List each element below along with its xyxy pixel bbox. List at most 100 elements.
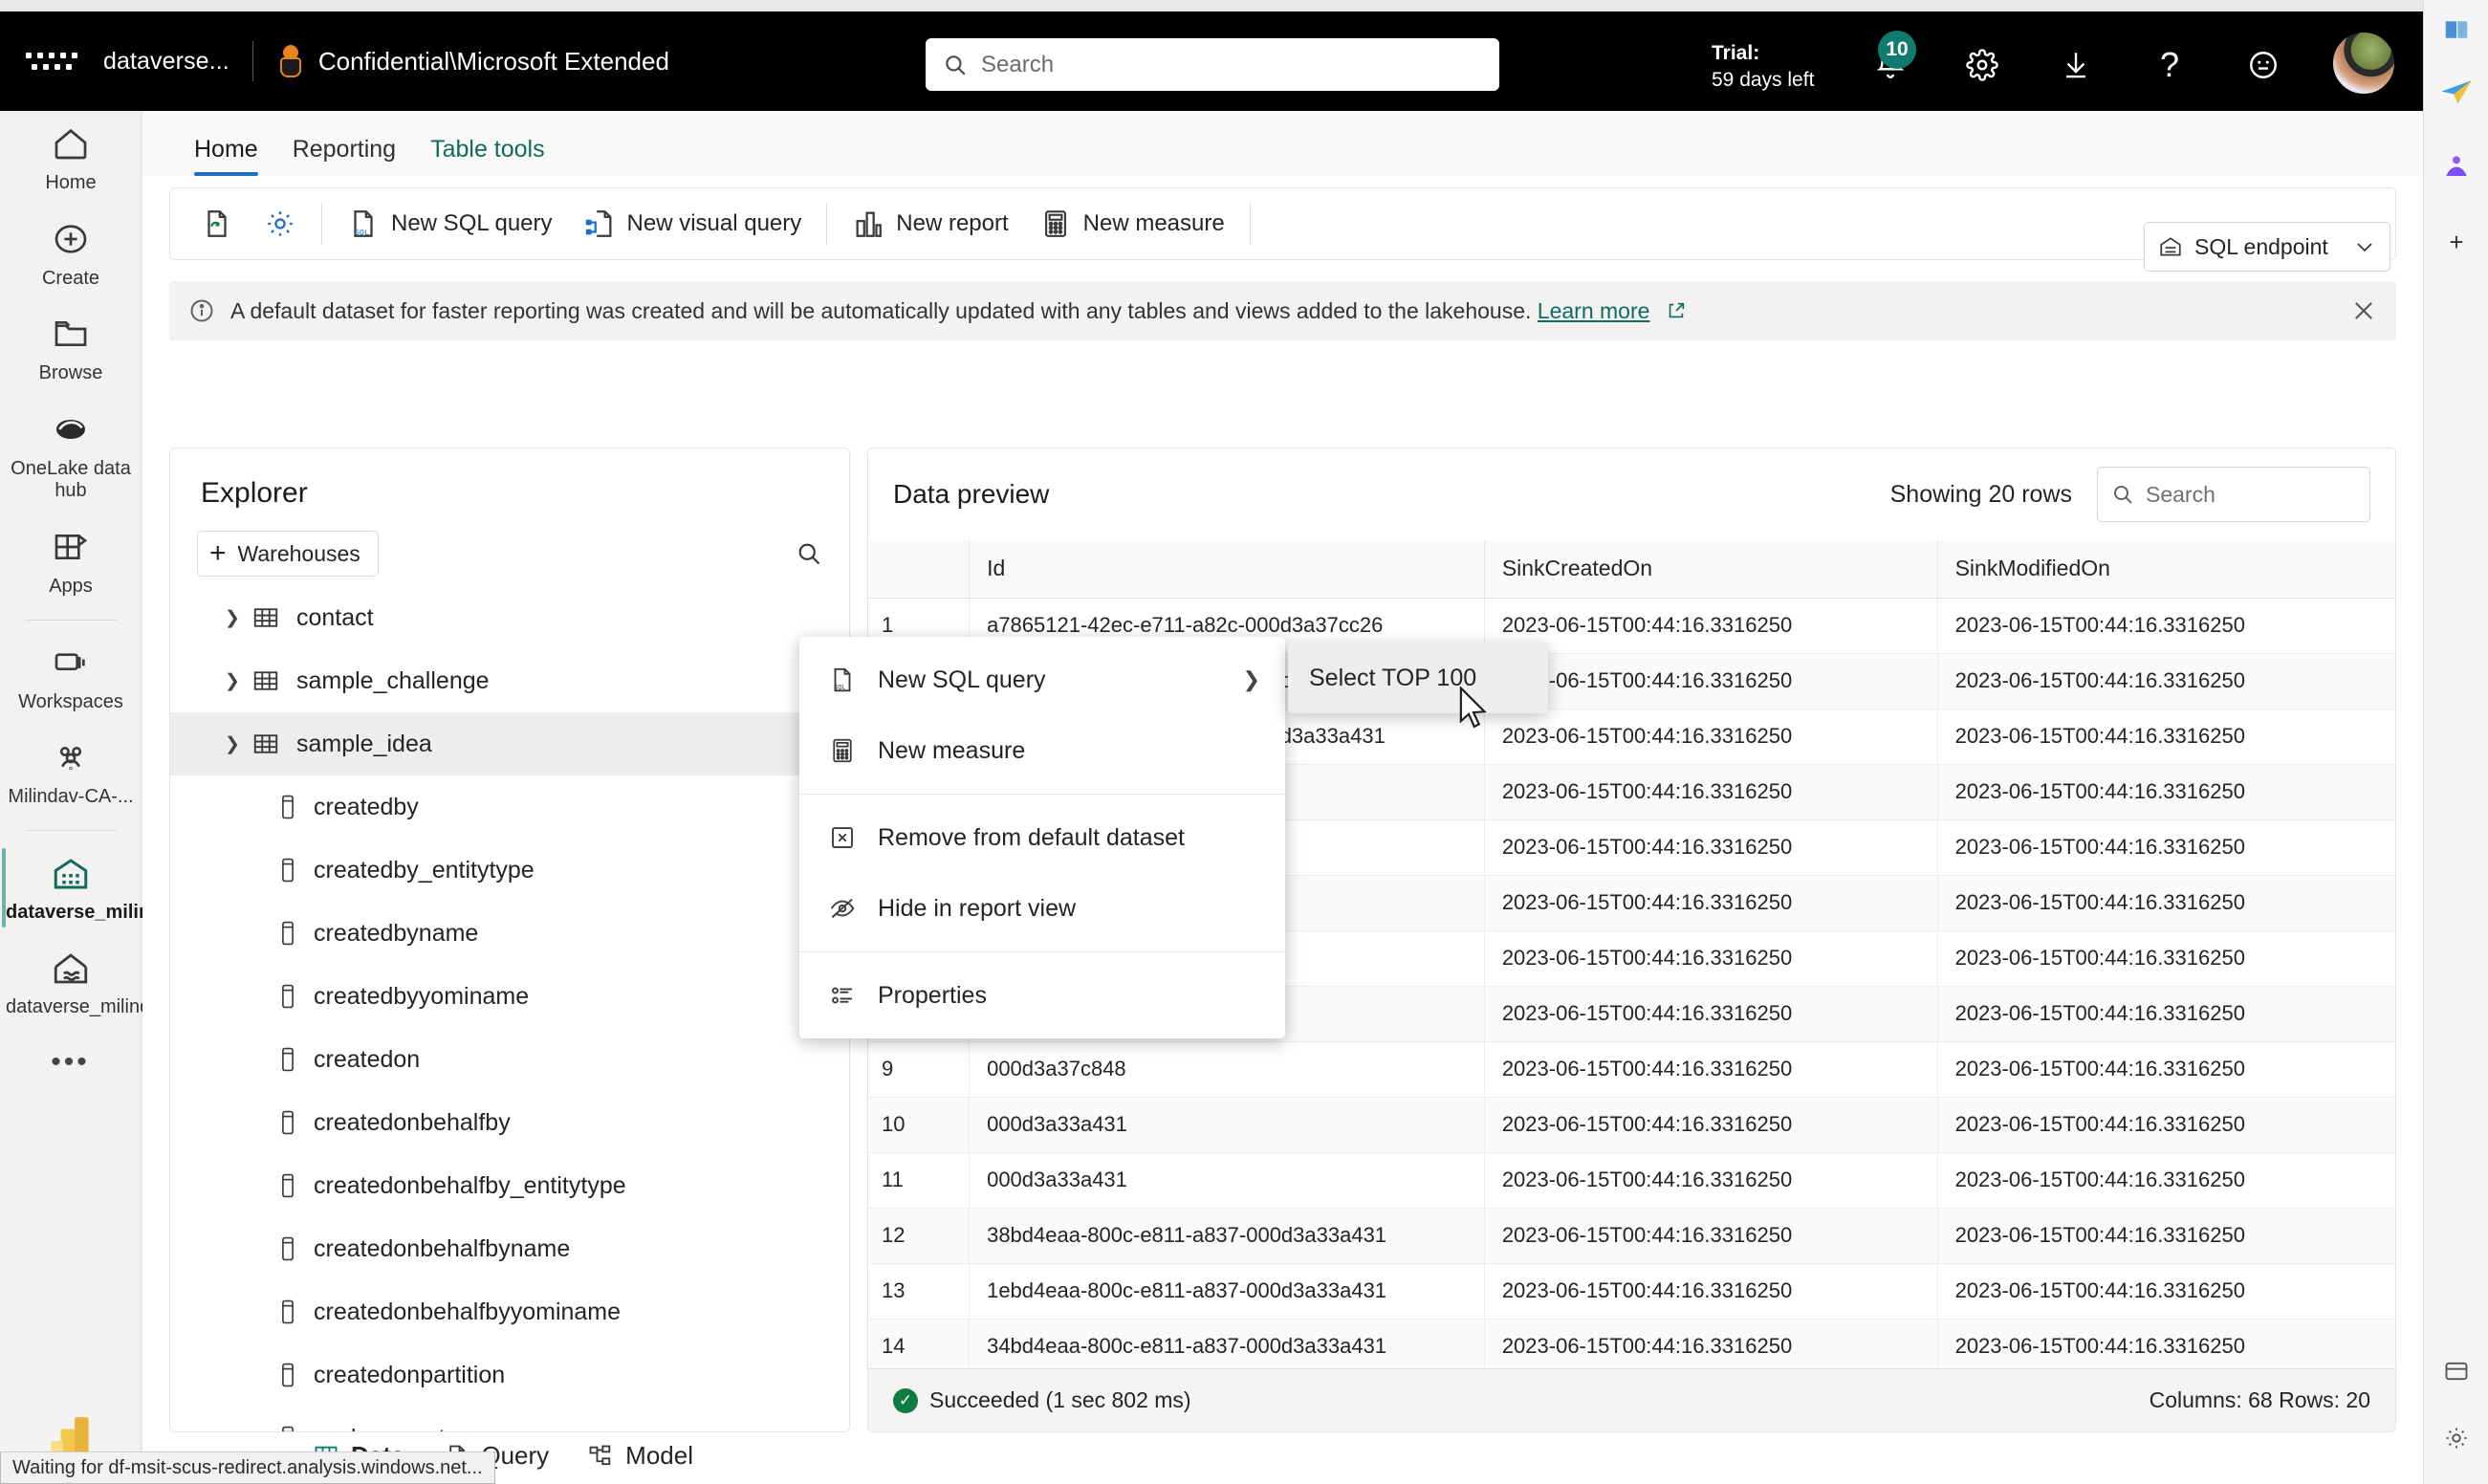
- tree-item-contact[interactable]: ❯ contact: [170, 586, 849, 649]
- app-launcher-icon[interactable]: [21, 53, 82, 70]
- tab-table-tools[interactable]: Table tools: [413, 136, 562, 176]
- gear-icon[interactable]: [2424, 1425, 2488, 1451]
- collections-icon[interactable]: [2424, 15, 2488, 44]
- submenu-item-select-top-100[interactable]: Select TOP 100: [1288, 648, 1548, 708]
- browser-top-strip: [0, 0, 2488, 11]
- cell-sinkcreatedon: 2023-06-15T00:44:16.3316250: [1484, 1041, 1938, 1098]
- context-menu-item-new-sql-query[interactable]: SQL New SQL query ❯: [799, 644, 1285, 715]
- global-search-input[interactable]: Search: [926, 38, 1499, 91]
- brand-name[interactable]: dataverse...: [103, 48, 229, 76]
- sidebar-item-browse[interactable]: Browse: [0, 301, 142, 397]
- new-report-label: New report: [896, 210, 1009, 236]
- tree-item-label: createdbyname: [314, 919, 479, 947]
- chevron-right-icon[interactable]: ❯: [216, 607, 249, 629]
- avatar[interactable]: [2331, 31, 2396, 96]
- column-header-sinkcreatedon[interactable]: SinkCreatedOn: [1484, 540, 1938, 599]
- sidebar-item-apps[interactable]: Apps: [0, 514, 142, 610]
- tree-column-createdbyname[interactable]: createdbyname: [170, 902, 849, 965]
- sidebar-item-dataverse-warehouse[interactable]: dataverse_milindavd...: [0, 840, 211, 936]
- feedback-button[interactable]: [2241, 43, 2285, 87]
- chevron-down-icon[interactable]: ❯: [216, 733, 249, 755]
- ribbon-settings-button[interactable]: [249, 195, 312, 252]
- send-icon[interactable]: [2424, 78, 2488, 107]
- onelake-icon: [6, 410, 136, 452]
- sidebar-more-button[interactable]: •••: [0, 1031, 141, 1094]
- column-header-id[interactable]: Id: [969, 540, 1485, 599]
- preview-search-input[interactable]: Search: [2097, 467, 2370, 522]
- tree-column-createdonpartition[interactable]: createdonpartition: [170, 1343, 849, 1407]
- tree-column-createdbyyominame[interactable]: createdbyyominame: [170, 965, 849, 1028]
- sidebar-item-create[interactable]: Create: [0, 207, 142, 302]
- tree-column-createdon[interactable]: createdon: [170, 1028, 849, 1091]
- tree-item-sample-challenge[interactable]: ❯ sample_challenge: [170, 649, 849, 712]
- new-report-button[interactable]: New report: [837, 195, 1023, 252]
- settings-button[interactable]: [1960, 43, 2004, 87]
- tree-column-createdonbehalfby-entitytype[interactable]: createdonbehalfby_entitytype: [170, 1154, 849, 1217]
- new-visual-query-button[interactable]: New visual query: [568, 195, 818, 252]
- sidebar-item-label: Create: [41, 267, 100, 289]
- tree-column-createdonbehalfby[interactable]: createdonbehalfby: [170, 1091, 849, 1154]
- refresh-page-icon: [207, 210, 227, 237]
- meditation-icon[interactable]: [2424, 153, 2488, 184]
- sidebar-item-workspaces[interactable]: Workspaces: [0, 630, 142, 726]
- tree-column-exchangerate[interactable]: exchangerate: [170, 1407, 849, 1431]
- learn-more-link[interactable]: Learn more: [1538, 298, 1650, 323]
- question-mark-icon: ?: [2159, 45, 2180, 84]
- table-row[interactable]: 9 000d3a37c848 2023-06-15T00:44:16.3316250…: [868, 1041, 2395, 1098]
- cell-id: 34bd4eaa-800c-e811-a837-000d3a33a431: [969, 1319, 1485, 1368]
- cell-sinkmodifiedon: 2023-06-15T00:44:16.3316250: [1937, 1263, 2395, 1320]
- tab-home[interactable]: Home: [177, 136, 275, 176]
- plus-icon[interactable]: +: [2424, 229, 2488, 254]
- download-button[interactable]: [2054, 43, 2098, 87]
- cell-sinkcreatedon: 2023-06-15T00:44:16.3316250: [1484, 709, 1938, 765]
- cell-sinkcreatedon: 2023-06-15T00:44:16.3316250: [1484, 986, 1938, 1042]
- sql-endpoint-selector[interactable]: SQL endpoint: [2144, 222, 2390, 272]
- table-row[interactable]: 13 1ebd4eaa-800c-e811-a837-000d3a33a431 20…: [868, 1263, 2395, 1320]
- tree-item-sample-idea[interactable]: ❯ sample_idea: [170, 712, 849, 775]
- cell-rownum: 11: [868, 1152, 971, 1209]
- sidebar-item-dataverse-lakehouse[interactable]: dataverse_milindavdem...: [0, 935, 224, 1031]
- tree-column-createdby-entitytype[interactable]: createdby_entitytype: [170, 839, 849, 902]
- context-menu-item-label: Properties: [878, 981, 987, 1009]
- table-header-row: Id SinkCreatedOn SinkModifiedOn statecod…: [868, 540, 2395, 599]
- tree-column-createdonbehalfbyname[interactable]: createdonbehalfbyname: [170, 1217, 849, 1280]
- context-menu-item-properties[interactable]: Properties: [799, 960, 1285, 1031]
- sidebar-item-milindav-ca[interactable]: Milindav-CA-...: [0, 725, 142, 820]
- context-menu-item-remove-from-default-dataset[interactable]: Remove from default dataset: [799, 802, 1285, 873]
- context-menu-item-new-measure[interactable]: New measure: [799, 715, 1285, 786]
- column-header-sinkmodifiedon[interactable]: SinkModifiedOn: [1937, 540, 2395, 599]
- tab-reporting[interactable]: Reporting: [275, 136, 413, 176]
- sidebar-item-home[interactable]: Home: [0, 111, 142, 207]
- cell-id: 000d3a37c848: [969, 1041, 1485, 1098]
- cell-sinkcreatedon: 2023-06-15T00:44:16.3316250: [1484, 875, 1938, 931]
- columns-rows-count: Columns: 68 Rows: 20: [2149, 1387, 2370, 1412]
- new-sql-query-button[interactable]: SQL New SQL query: [332, 195, 568, 252]
- data-preview-title: Data preview: [893, 479, 1050, 509]
- tree-item-label: createdonbehalfby_entitytype: [314, 1171, 626, 1199]
- sidebar-item-onelake-data-hub[interactable]: OneLake data hub: [0, 397, 142, 514]
- add-warehouses-button[interactable]: + Warehouses: [197, 531, 379, 577]
- view-tab-model[interactable]: Model: [587, 1441, 693, 1471]
- divider: [1249, 203, 1251, 245]
- new-measure-button[interactable]: New measure: [1024, 195, 1240, 252]
- chevron-right-icon: ❯: [1242, 667, 1260, 691]
- refresh-button[interactable]: [186, 195, 249, 252]
- tree-column-createdonbehalfbyyominame[interactable]: createdonbehalfbyyominame: [170, 1280, 849, 1343]
- table-row[interactable]: 14 34bd4eaa-800c-e811-a837-000d3a33a431 20…: [868, 1319, 2395, 1368]
- help-button[interactable]: ?: [2148, 43, 2192, 87]
- cell-sinkmodifiedon: 2023-06-15T00:44:16.3316250: [1937, 709, 2395, 765]
- table-row[interactable]: 12 38bd4eaa-800c-e811-a837-000d3a33a431 20…: [868, 1208, 2395, 1264]
- tree-column-createdby[interactable]: createdby: [170, 775, 849, 839]
- explorer-search-button[interactable]: [796, 540, 822, 567]
- window-icon[interactable]: [2424, 1358, 2488, 1385]
- column-icon: [275, 1362, 300, 1388]
- sensitivity-label[interactable]: Confidential\Microsoft Extended: [318, 47, 669, 76]
- context-menu-item-hide-in-report-view[interactable]: Hide in report view: [799, 873, 1285, 944]
- top-header-bar: dataverse... Confidential\Microsoft Exte…: [0, 11, 2423, 111]
- table-row[interactable]: 11 000d3a33a431 2023-06-15T00:44:16.331625…: [868, 1152, 2395, 1209]
- column-header-rownum[interactable]: [868, 540, 971, 599]
- table-row[interactable]: 10 000d3a33a431 2023-06-15T00:44:16.331625…: [868, 1097, 2395, 1153]
- cell-sinkcreatedon: 2023-06-15T00:44:16.3316250: [1484, 930, 1938, 987]
- chevron-right-icon[interactable]: ❯: [216, 670, 249, 692]
- close-banner-button[interactable]: [2350, 297, 2377, 324]
